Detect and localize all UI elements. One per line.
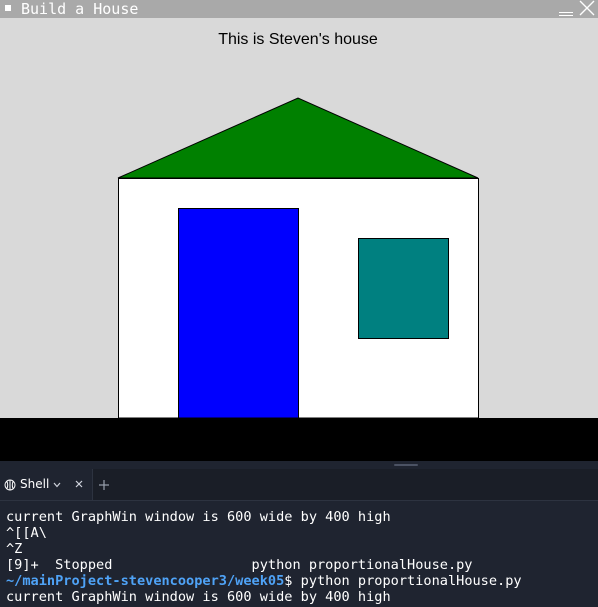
- prompt-command: $ python proportionalHouse.py: [284, 573, 522, 589]
- tab-shell[interactable]: Shell: [0, 469, 93, 500]
- terminal-line: ^[[A\: [6, 525, 47, 541]
- window-menu-icon[interactable]: [5, 5, 11, 11]
- house-drawing: This is Steven's house: [0, 18, 598, 461]
- terminal-line: [9]+ Stopped python proportionalHouse.py: [6, 557, 473, 573]
- window-title: Build a House: [21, 0, 139, 18]
- door: [178, 208, 299, 419]
- terminal-line: current GraphWin window is 600 wide by 4…: [6, 589, 391, 605]
- window-titlebar[interactable]: Build a House: [0, 0, 598, 18]
- prompt-path: ~/mainProject-stevencooper3/week05: [6, 573, 285, 589]
- close-button[interactable]: [578, 0, 596, 18]
- ground: [0, 418, 598, 461]
- terminal-prompt-line: ~/mainProject-stevencooper3/week05$ pyth…: [6, 573, 522, 589]
- terminal-line: current GraphWin window is 600 wide by 4…: [6, 509, 391, 525]
- terminal-line: ^Z: [6, 541, 23, 557]
- close-icon[interactable]: [74, 479, 84, 489]
- house-caption: This is Steven's house: [218, 31, 378, 48]
- house-window: [358, 238, 449, 339]
- shell-icon: [4, 479, 16, 491]
- tab-shell-label: Shell: [20, 477, 50, 491]
- panel-divider[interactable]: [0, 461, 598, 469]
- close-icon: [579, 0, 595, 16]
- shell-tab-bar: Shell: [0, 469, 598, 501]
- graph-window-canvas: This is Steven's house: [0, 18, 598, 461]
- plus-icon[interactable]: [98, 479, 110, 491]
- chevron-down-icon[interactable]: [52, 480, 62, 490]
- resize-handle[interactable]: [394, 464, 418, 466]
- minimize-button[interactable]: [557, 0, 575, 18]
- terminal-output[interactable]: current GraphWin window is 600 wide by 4…: [0, 501, 598, 607]
